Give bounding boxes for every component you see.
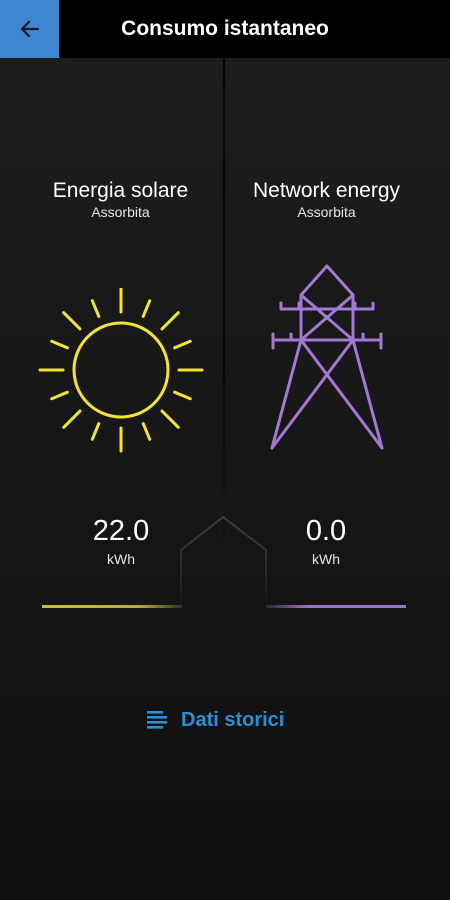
top-bar: Consumo istantaneo [0, 0, 450, 58]
solar-subtitle: Assorbita [91, 204, 150, 220]
history-button[interactable]: Dati storici [145, 703, 284, 737]
sun-ray [62, 409, 82, 429]
sun-icon [36, 287, 206, 458]
solar-unit: kWh [107, 551, 135, 567]
back-button[interactable] [0, 0, 59, 58]
sun-ray [173, 339, 192, 350]
solar-flow-bar [42, 605, 182, 608]
network-subtitle: Assorbita [297, 204, 356, 220]
network-unit: kWh [312, 551, 340, 567]
list-icon [147, 711, 167, 729]
history-label: Dati storici [181, 708, 285, 731]
sun-ray [173, 390, 192, 401]
sun-ray [90, 422, 101, 441]
network-title: Network energy [252, 179, 401, 202]
network-value: 0.0 [305, 515, 347, 547]
sun-ray [160, 409, 180, 429]
sun-ray [160, 311, 180, 331]
network-flow-bar [266, 605, 406, 608]
arrow-left-icon [20, 20, 39, 38]
sun-ray [50, 390, 69, 401]
page-title: Consumo istantaneo [121, 17, 329, 40]
house-icon [178, 514, 270, 614]
solar-value: 22.0 [92, 515, 150, 547]
solar-title: Energia solare [52, 179, 189, 202]
panel-divider [223, 58, 225, 570]
sun-ray [62, 311, 82, 331]
sun-ray [141, 422, 152, 441]
screen: Consumo istantaneo Energia solare Assorb… [0, 0, 450, 900]
power-pylon-icon [265, 262, 390, 459]
sun-ray [50, 339, 69, 350]
sun-ray [141, 299, 152, 318]
sun-ray [90, 299, 101, 318]
